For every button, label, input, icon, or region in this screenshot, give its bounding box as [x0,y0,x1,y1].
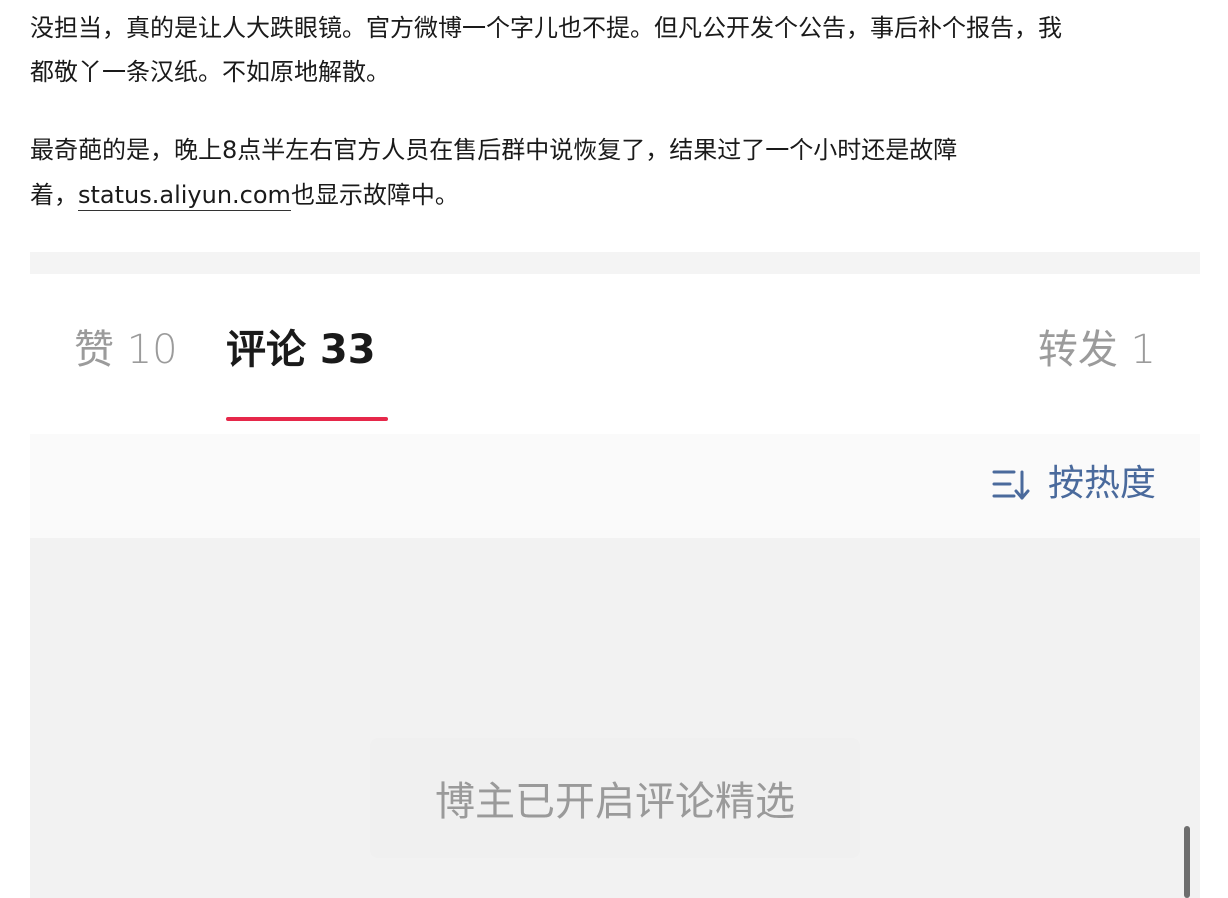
tab-comments[interactable]: 评论 33 [226,322,376,378]
sort-label: 按热度 [1047,463,1156,504]
comments-area: 博主已开启评论精选 [30,538,1200,898]
post-text-line: 没担当，真的是让人大跌眼镜。官方微博一个字儿也不提。但凡公开发个公告，事后补个报… [30,14,1062,42]
post-text-line: 最奇葩的是，晚上8点半左右官方人员在售后群中说恢复了，结果过了一个小时还是故障 [30,136,958,164]
weibo-post-page: 没担当，真的是让人大跌眼镜。官方微博一个字儿也不提。但凡公开发个公告，事后补个报… [0,0,1228,898]
sort-bar: 按热度 [30,434,1200,538]
status-link[interactable]: status.aliyun.com [78,181,291,211]
post-text-fragment: 着， [30,181,78,209]
scrollbar-thumb[interactable] [1184,826,1190,898]
curated-comments-notice: 博主已开启评论精选 [370,738,860,858]
active-tab-indicator [226,417,388,421]
post-text-line: 都敬丫一条汉纸。不如原地解散。 [30,58,390,86]
post-text-fragment: 也显示故障中。 [290,181,459,209]
post-text-line: 着，status.aliyun.com也显示故障中。 [30,175,459,215]
section-divider [30,252,1200,274]
interaction-tabs: 赞 10 评论 33 转发 1 [30,274,1200,434]
sort-by-hotness-button[interactable]: 按热度 [990,458,1156,510]
tab-likes[interactable]: 赞 10 [74,322,178,378]
sort-icon [992,470,1030,500]
tab-reposts[interactable]: 转发 1 [1038,322,1156,378]
